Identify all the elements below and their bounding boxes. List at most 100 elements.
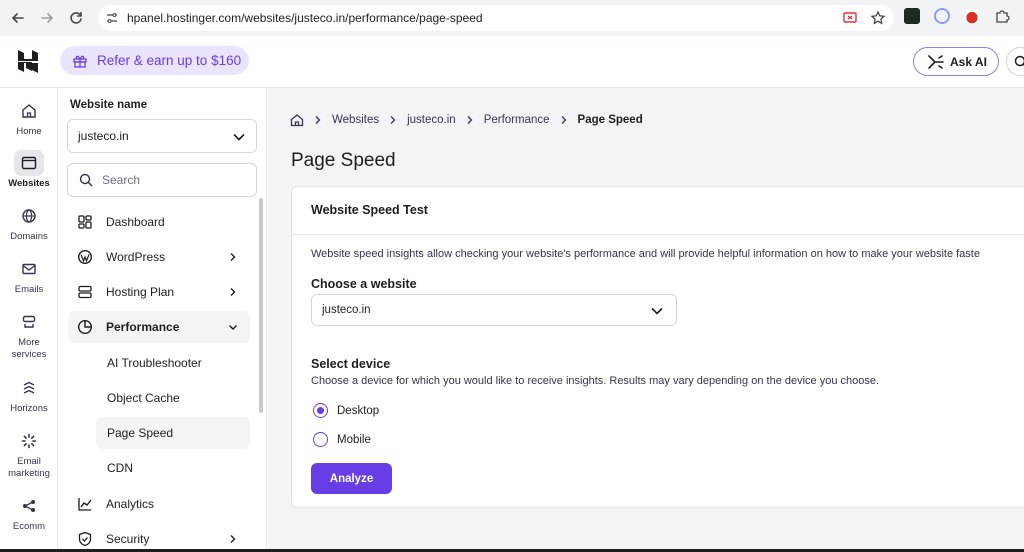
browser-window-icon	[21, 156, 37, 170]
refer-label: Refer & earn up to $160	[97, 53, 242, 68]
analyze-button[interactable]: Analyze	[311, 463, 392, 494]
browser-toolbar: hpanel.hostinger.com/websites/justeco.in…	[0, 0, 1024, 36]
rail-item-home[interactable]: Home	[0, 98, 58, 138]
rail-item-horizons[interactable]: Horizons	[0, 375, 58, 415]
rail-label-emails: Emails	[14, 284, 44, 295]
chevron-right-icon	[230, 288, 236, 296]
chevron-right-icon	[315, 116, 321, 124]
rail-label-horizons: Horizons	[10, 403, 48, 414]
page-title: Page Speed	[291, 150, 396, 171]
forward-arrow-icon[interactable]	[33, 4, 61, 32]
app-header: Refer & earn up to $160 Ask AI	[0, 36, 1024, 88]
refer-earn-button[interactable]: Refer & earn up to $160	[60, 46, 249, 75]
ask-ai-button[interactable]: Ask AI	[913, 47, 999, 76]
card-divider	[292, 234, 1024, 235]
extension-swirl-icon[interactable]	[934, 8, 950, 24]
breadcrumb-websites[interactable]: Websites	[332, 114, 379, 126]
sidebar-item-label: Dashboard	[106, 215, 165, 229]
sidebar-item-hosting-plan[interactable]: Hosting Plan	[68, 276, 250, 308]
sidebar-item-security[interactable]: Security	[68, 523, 250, 552]
choose-website-value: justeco.in	[322, 304, 371, 316]
sidebar-item-label: Hosting Plan	[106, 285, 175, 299]
address-bar[interactable]: hpanel.hostinger.com/websites/justeco.in…	[98, 5, 894, 31]
cast-icon[interactable]	[842, 10, 858, 26]
url-text: hpanel.hostinger.com/websites/justeco.in…	[127, 11, 483, 25]
extension-grammar-icon[interactable]	[904, 8, 920, 24]
select-device-description: Choose a device for which you would like…	[311, 375, 880, 387]
device-option-mobile[interactable]: Mobile	[313, 432, 371, 447]
sidebar-title: Website name	[70, 99, 148, 111]
dashboard-grid-icon	[78, 215, 92, 229]
sidebar-item-label: WordPress	[106, 250, 166, 264]
rail-item-emails[interactable]: Emails	[0, 256, 58, 296]
sidebar-search-placeholder: Search	[102, 173, 141, 187]
rail-label-home: Home	[16, 126, 42, 137]
sidebar-item-dashboard[interactable]: Dashboard	[68, 206, 250, 238]
rail-label-websites: Websites	[8, 178, 50, 189]
global-search-button[interactable]	[1006, 47, 1024, 76]
wordpress-icon	[77, 249, 93, 265]
breadcrumb-performance[interactable]: Performance	[484, 114, 550, 126]
server-icon	[78, 285, 92, 299]
breadcrumb-website[interactable]: justeco.in	[407, 114, 456, 126]
chevron-right-icon	[561, 116, 566, 124]
home-icon[interactable]	[290, 113, 304, 127]
sidebar-item-wordpress[interactable]: WordPress	[68, 241, 250, 273]
sidebar-item-label: Analytics	[106, 497, 155, 511]
chevron-down-icon	[651, 307, 663, 315]
sidebar-subitem-cdn[interactable]: CDN	[96, 452, 250, 484]
reload-icon[interactable]	[62, 4, 90, 32]
sidebar-item-label: Security	[106, 532, 150, 546]
ai-spark-icon	[928, 54, 944, 69]
device-option-desktop[interactable]: Desktop	[313, 403, 379, 418]
bookmark-star-icon[interactable]	[870, 10, 886, 26]
rail-item-websites[interactable]: Websites	[0, 150, 58, 190]
sidebar-search-input[interactable]: Search	[67, 163, 257, 197]
sidebar-subitem-object-cache[interactable]: Object Cache	[96, 382, 250, 414]
hostinger-logo-icon[interactable]	[17, 49, 39, 73]
sidebar-subitem-ai-troubleshooter[interactable]: AI Troubleshooter	[96, 347, 250, 379]
search-icon	[1014, 55, 1024, 66]
extension-red-icon[interactable]	[964, 8, 980, 24]
sidebar-item-performance[interactable]: Performance	[68, 311, 250, 343]
mobile-radio[interactable]	[313, 432, 328, 447]
website-sidebar: Website name justeco.in Search Dashboard…	[59, 88, 267, 552]
analytics-trend-icon	[78, 498, 92, 511]
sidebar-subitem-label: Page Speed	[107, 426, 174, 440]
rail-label-ecomm: Ecomm	[12, 521, 46, 532]
sidebar-subitem-label: AI Troubleshooter	[107, 356, 202, 370]
rail-item-more-services[interactable]: More services	[0, 309, 58, 361]
sidebar-subitem-label: Object Cache	[107, 391, 180, 405]
globe-icon	[22, 209, 36, 223]
home-icon	[22, 104, 36, 118]
desktop-radio[interactable]	[313, 403, 328, 418]
sidebar-subitem-page-speed[interactable]: Page Speed	[96, 417, 250, 449]
horizons-waves-icon	[23, 381, 35, 394]
ask-ai-label: Ask AI	[950, 54, 987, 69]
speed-test-card: Website Speed Test Website speed insight…	[291, 186, 1024, 508]
search-icon	[79, 173, 93, 187]
back-arrow-icon[interactable]	[4, 4, 32, 32]
share-nodes-icon	[23, 500, 35, 512]
chevron-down-icon	[229, 325, 237, 330]
chevron-right-icon	[230, 535, 236, 543]
server-stack-icon	[22, 315, 36, 328]
shield-icon	[78, 531, 92, 547]
breadcrumb-current: Page Speed	[577, 114, 643, 126]
website-select[interactable]: justeco.in	[67, 119, 257, 153]
choose-website-select[interactable]: justeco.in	[311, 294, 677, 326]
rail-item-ecomm[interactable]: Ecomm	[0, 493, 58, 533]
primary-nav-rail: Home Websites Domains Emails More servic…	[0, 88, 58, 552]
rail-item-email-marketing[interactable]: Email marketing	[0, 428, 58, 480]
extensions-puzzle-icon[interactable]	[994, 8, 1010, 24]
rail-item-domains[interactable]: Domains	[0, 203, 58, 243]
sidebar-item-analytics[interactable]: Analytics	[68, 488, 250, 520]
site-settings-icon[interactable]	[105, 11, 119, 25]
sidebar-subitem-label: CDN	[107, 461, 133, 475]
rail-label-domains: Domains	[10, 231, 48, 242]
sidebar-scrollbar[interactable]	[259, 198, 263, 413]
main-content: Websites justeco.in Performance Page Spe…	[268, 88, 1024, 552]
website-select-value: justeco.in	[78, 129, 129, 143]
rail-label-more-services: More services	[11, 337, 47, 360]
sidebar-item-label: Performance	[106, 320, 180, 334]
